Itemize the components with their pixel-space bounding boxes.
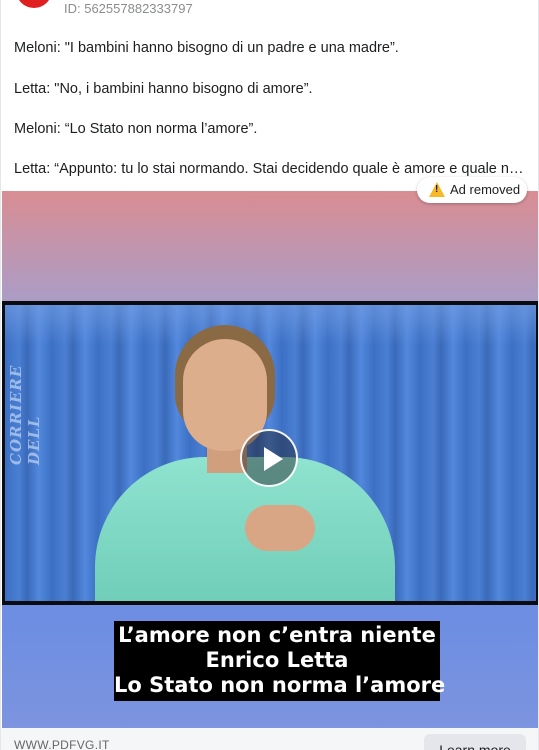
ad-id: ID: 562557882333797: [64, 1, 193, 16]
post-text-line-1: Meloni: "I bambini hanno bisogno di un p…: [14, 40, 399, 56]
page-avatar[interactable]: [16, 0, 52, 8]
video-thumbnail[interactable]: CORRIERE DELL L’amore non c’entra niente…: [2, 191, 538, 728]
caption-line-3: Lo Stato non norma l’amore: [114, 673, 446, 697]
video-caption: L’amore non c’entra niente Enrico Letta …: [114, 621, 446, 701]
post-text-line-4: Letta: “Appunto: tu lo stai normando. St…: [14, 161, 529, 177]
play-icon[interactable]: [240, 429, 298, 487]
ad-card: ID: 562557882333797 Meloni: "I bambini h…: [0, 0, 539, 750]
broadcaster-watermark: CORRIERE DELL: [7, 364, 43, 465]
caption-line-1: L’amore non c’entra niente: [118, 623, 436, 647]
post-text-line-3: Meloni: “Lo Stato non norma l’amore”.: [14, 121, 258, 137]
learn-more-button[interactable]: Learn more: [424, 734, 526, 750]
ad-removed-label: Ad removed: [450, 182, 521, 197]
warning-icon: !: [429, 182, 445, 197]
link-domain: WWW.PDFVG.IT: [14, 738, 110, 750]
ad-removed-badge: ! Ad removed: [417, 177, 527, 203]
caption-line-2: Enrico Letta: [205, 648, 349, 672]
link-footer[interactable]: WWW.PDFVG.IT Learn more: [1, 728, 538, 750]
post-text-line-2: Letta: "No, i bambini hanno bisogno di a…: [14, 81, 313, 97]
